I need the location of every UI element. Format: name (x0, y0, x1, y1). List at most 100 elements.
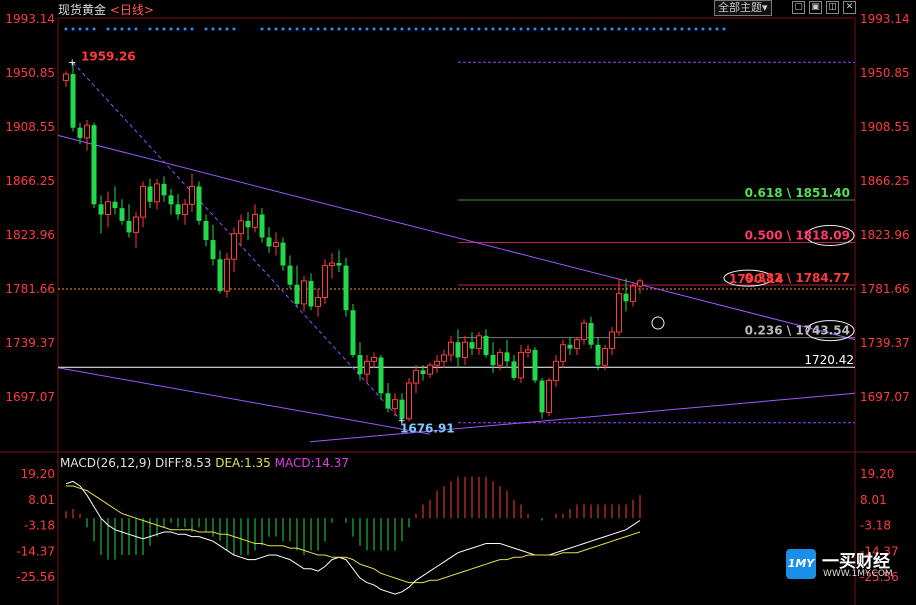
macd-y-tick-label: -3.18 (860, 519, 891, 533)
signal-dot (127, 27, 131, 31)
candle-body (476, 335, 482, 350)
candle-body (70, 74, 76, 128)
signal-dot (673, 27, 677, 31)
candle-body (574, 339, 580, 350)
signal-dot (526, 27, 530, 31)
instrument-name: 现货黄金 (58, 3, 107, 17)
candle-body (273, 242, 279, 247)
y-tick-label: 1866.25 (5, 174, 55, 188)
candle-body (238, 220, 244, 235)
timeframe-selector[interactable]: <日线> (110, 3, 154, 17)
candle-body (280, 242, 286, 266)
signal-dot (358, 27, 362, 31)
candle-body (119, 208, 125, 221)
macd-title: MACD(26,12,9) (60, 456, 152, 470)
signal-dot (680, 27, 684, 31)
signal-dot (386, 27, 390, 31)
y-tick-label: 1697.07 (5, 390, 55, 404)
y-tick-label: 1739.37 (860, 336, 910, 350)
low-marker: + (398, 417, 406, 427)
candle-body (448, 341, 454, 356)
candle-body (63, 73, 69, 81)
candle-body (189, 185, 195, 205)
signal-dot (512, 27, 516, 31)
candle-body (588, 323, 594, 345)
candle-body (420, 370, 426, 375)
signal-dot (659, 27, 663, 31)
signal-dot (645, 27, 649, 31)
dea-label: DEA: (215, 456, 245, 470)
candle-body (378, 357, 384, 394)
theme-button[interactable]: 全部主题▾ (714, 0, 772, 16)
signal-dot (561, 27, 565, 31)
macd-y-tick-label: -25.56 (16, 570, 55, 584)
window-icon[interactable]: ▣ (809, 1, 822, 14)
candle-body (224, 258, 230, 292)
low-label: 1676.91 (400, 422, 455, 436)
signal-dot (295, 27, 299, 31)
y-tick-label: 1823.96 (5, 228, 55, 242)
signal-dot (568, 27, 572, 31)
candle-body (539, 380, 545, 413)
signal-dot (351, 27, 355, 31)
signal-dot (330, 27, 334, 31)
signal-dot (71, 27, 75, 31)
candle-body (210, 240, 216, 260)
fib-level-label: 0.618 \ 1851.40 (745, 186, 850, 200)
window-icon[interactable]: ▢ (792, 1, 805, 14)
signal-dot (393, 27, 397, 31)
support-level-label: 1720.42 (804, 353, 854, 367)
macd-y-tick-label: 19.20 (860, 467, 894, 481)
candle-body (154, 183, 160, 203)
candle-body (364, 360, 370, 375)
candle-body (434, 360, 440, 366)
candle-body (616, 293, 622, 333)
signal-dot (491, 27, 495, 31)
chart-header: 现货黄金 <日线> (58, 1, 154, 18)
y-tick-label: 1950.85 (5, 66, 55, 80)
signal-dot (456, 27, 460, 31)
signal-dot (554, 27, 558, 31)
window-icon[interactable]: ◫ (826, 1, 839, 14)
signal-dot (372, 27, 376, 31)
signal-dot (610, 27, 614, 31)
signal-dot (260, 27, 264, 31)
candle-body (483, 335, 489, 355)
close-icon[interactable]: ✕ (843, 1, 856, 14)
signal-dot (78, 27, 82, 31)
candle-body (371, 357, 377, 362)
signal-dot (120, 27, 124, 31)
signal-dot (204, 27, 208, 31)
signal-dot (442, 27, 446, 31)
signal-dot (64, 27, 68, 31)
candle-body (413, 369, 419, 384)
candle-body (581, 322, 587, 341)
signal-dot (582, 27, 586, 31)
signal-dot (687, 27, 691, 31)
diff-value: 8.53 (184, 456, 212, 470)
signal-dot (708, 27, 712, 31)
signal-dot (183, 27, 187, 31)
high-marker: + (68, 57, 76, 68)
y-tick-label: 1781.66 (5, 282, 55, 296)
signal-dot (498, 27, 502, 31)
signal-dot (722, 27, 726, 31)
candle-body (511, 361, 517, 378)
fib-level-label: 0.382 \ 1784.77 (745, 271, 850, 285)
chart-canvas[interactable]: 1959.261676.91++1790.140.618 \ 1851.400.… (0, 0, 916, 605)
candle-body (231, 233, 237, 260)
macd-value: 14.37 (314, 456, 350, 470)
candle-body (315, 297, 321, 307)
candle-body (497, 351, 503, 366)
candle-body (546, 379, 552, 413)
candle-body (623, 293, 629, 302)
signal-dot (211, 27, 215, 31)
macd-y-tick-label: -3.18 (24, 519, 55, 533)
high-label: 1959.26 (81, 49, 136, 63)
candle-body (553, 360, 559, 381)
signal-dot (309, 27, 313, 31)
candle-body (602, 348, 608, 366)
signal-dot (92, 27, 96, 31)
candle-body (637, 280, 643, 287)
candle-body (308, 280, 314, 307)
